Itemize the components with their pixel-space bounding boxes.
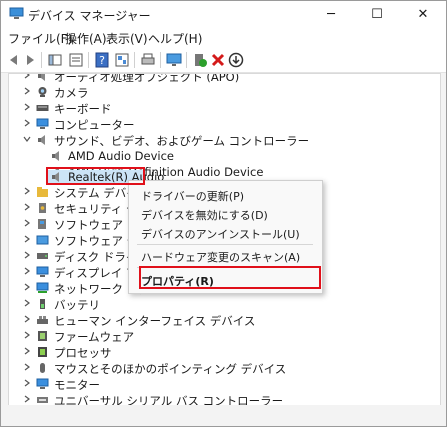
uninstall-icon[interactable] <box>209 51 227 69</box>
window-title: デバイス マネージャー <box>28 9 151 23</box>
menu-bar: ファイル(F) 操作(A) 表示(V) ヘルプ(H) <box>1 28 446 48</box>
tree-item-processors[interactable]: プロセッサ <box>9 344 439 360</box>
software-icon <box>36 235 49 245</box>
chevron-right-icon[interactable] <box>23 283 31 291</box>
chevron-right-icon[interactable] <box>23 395 31 403</box>
speaker-icon <box>38 135 45 145</box>
chevron-right-icon[interactable] <box>23 267 31 275</box>
battery-icon <box>40 299 45 309</box>
chevron-down-icon[interactable] <box>23 135 31 143</box>
tree-item-firmware[interactable]: ファームウェア <box>9 328 439 344</box>
device-manager-icon <box>9 7 24 19</box>
toolbar-separator <box>88 52 89 68</box>
chevron-right-icon[interactable] <box>23 299 31 307</box>
chevron-right-icon[interactable] <box>23 73 31 79</box>
tree-item-battery[interactable]: バッテリ <box>9 296 439 312</box>
tree-item-label: ヒューマン インターフェイス デバイス <box>54 314 256 328</box>
computer-icon <box>36 118 49 129</box>
add-driver-icon[interactable] <box>191 51 209 69</box>
context-update-driver[interactable]: ドライバーの更新(P) <box>141 188 244 204</box>
processor-icon <box>38 347 47 357</box>
svg-text:?: ? <box>99 54 105 67</box>
minimize-button[interactable]: ─ <box>308 1 354 28</box>
chevron-right-icon[interactable] <box>23 331 31 339</box>
forward-arrow-icon[interactable] <box>21 51 39 69</box>
properties-icon[interactable] <box>67 51 85 69</box>
folder-icon <box>37 187 48 197</box>
view-icon[interactable] <box>113 51 131 69</box>
status-bar <box>1 405 446 426</box>
context-separator <box>137 244 313 245</box>
tree-item-monitors[interactable]: モニター <box>9 376 439 392</box>
tree-item-label: カメラ <box>54 86 89 100</box>
chevron-right-icon[interactable] <box>23 363 31 371</box>
keyboard-icon <box>36 105 49 111</box>
speaker-icon <box>38 74 45 81</box>
close-button[interactable]: ✕ <box>400 1 446 28</box>
toolbar-separator <box>186 52 187 68</box>
highlight-box-realtek <box>46 167 145 185</box>
tree-item-label: サウンド、ビデオ、およびゲーム コントローラー <box>54 134 310 148</box>
tree-item-label: モニター <box>54 378 100 392</box>
download-icon[interactable] <box>227 51 245 69</box>
tree-item-apo[interactable]: オーディオ処理オブジェクト (APO) <box>9 73 439 84</box>
tree-item-label: バッテリ <box>54 298 100 312</box>
chevron-right-icon[interactable] <box>23 203 31 211</box>
software-icon <box>38 219 46 229</box>
maximize-button[interactable]: ☐ <box>354 1 400 28</box>
device-manager-window: デバイス マネージャー ─ ☐ ✕ ファイル(F) 操作(A) 表示(V) ヘル… <box>0 0 447 427</box>
tree-item-mice[interactable]: マウスとそのほかのポインティング デバイス <box>9 360 439 376</box>
monitor-scan-icon[interactable] <box>165 51 183 69</box>
display-icon <box>36 266 49 277</box>
menu-action[interactable]: 操作(A) <box>65 30 107 47</box>
toolbar: ? <box>1 48 446 73</box>
print-icon[interactable] <box>139 51 157 69</box>
camera-icon <box>38 87 47 97</box>
context-uninstall-device[interactable]: デバイスのアンインストール(U) <box>141 226 300 242</box>
tree-item-label: キーボード <box>54 102 112 116</box>
tree-item-label: コンピューター <box>54 118 135 132</box>
toolbar-separator <box>41 52 42 68</box>
chevron-right-icon[interactable] <box>23 251 31 259</box>
tree-item-label: ファームウェア <box>54 330 135 344</box>
chevron-right-icon[interactable] <box>23 103 31 111</box>
tree-item-sound-video-game[interactable]: サウンド、ビデオ、およびゲーム コントローラー <box>9 132 439 148</box>
security-icon <box>39 203 46 213</box>
toolbar-separator <box>160 52 161 68</box>
chevron-right-icon[interactable] <box>23 87 31 95</box>
monitor-icon <box>36 378 49 389</box>
chevron-right-icon[interactable] <box>23 219 31 227</box>
tree-item-computer[interactable]: コンピューター <box>9 116 439 132</box>
chevron-right-icon[interactable] <box>23 187 31 195</box>
context-disable-device[interactable]: デバイスを無効にする(D) <box>141 207 268 223</box>
tree-item-amd-audio-device[interactable]: AMD Audio Device <box>9 148 439 164</box>
tree-item-keyboard[interactable]: キーボード <box>9 100 439 116</box>
chevron-right-icon[interactable] <box>23 235 31 243</box>
menu-file[interactable]: ファイル(F) <box>8 30 72 47</box>
network-icon <box>36 282 49 293</box>
menu-view[interactable]: 表示(V) <box>106 30 148 47</box>
tree-item-hid[interactable]: ヒューマン インターフェイス デバイス <box>9 312 439 328</box>
firmware-icon <box>38 331 47 341</box>
chevron-right-icon[interactable] <box>23 119 31 127</box>
toolbar-separator <box>134 52 135 68</box>
tree-item-label: AMD Audio Device <box>68 149 174 163</box>
tree-item-label: マウスとそのほかのポインティング デバイス <box>54 362 287 376</box>
show-hide-tree-icon[interactable] <box>46 51 64 69</box>
chevron-right-icon[interactable] <box>23 315 31 323</box>
title-bar[interactable]: デバイス マネージャー ─ ☐ ✕ <box>1 1 446 28</box>
tree-item-usb-controllers[interactable]: ユニバーサル シリアル バス コントローラー <box>9 392 439 405</box>
chevron-right-icon[interactable] <box>23 379 31 387</box>
tree-item-label: プロセッサ <box>54 346 112 360</box>
tree-item-camera[interactable]: カメラ <box>9 84 439 100</box>
speaker-icon <box>52 151 59 161</box>
chevron-right-icon[interactable] <box>23 347 31 355</box>
help-icon[interactable]: ? <box>93 51 111 69</box>
menu-help[interactable]: ヘルプ(H) <box>148 30 202 47</box>
highlight-box-properties <box>139 266 321 289</box>
disk-icon <box>37 253 48 259</box>
mouse-icon <box>40 363 45 373</box>
context-scan-hardware[interactable]: ハードウェア変更のスキャン(A) <box>141 249 300 265</box>
hid-icon <box>37 316 48 324</box>
